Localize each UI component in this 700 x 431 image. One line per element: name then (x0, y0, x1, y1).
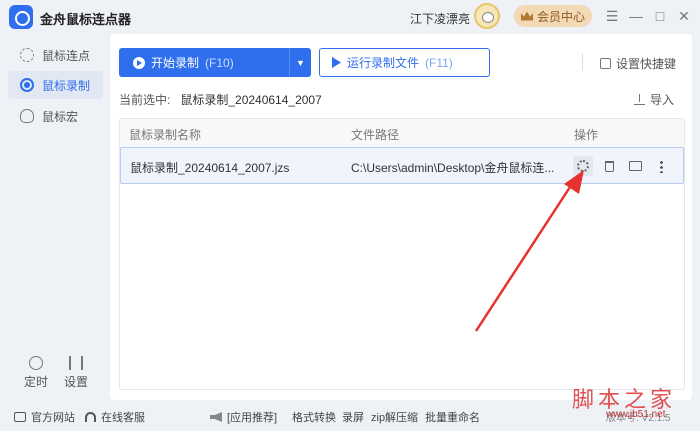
sidebar: 鼠标连点 鼠标录制 鼠标宏 (0, 34, 110, 400)
title-bar: 金舟鼠标连点器 江下凌漂亮 会员中心 ☰ — □ ✕ (0, 0, 700, 34)
set-hotkey-label: 设置快捷键 (616, 57, 677, 71)
main-panel: 开始录制 (F10) ▼ 运行录制文件 (F11) 设置快捷键 当前选中: 鼠标录… (110, 34, 692, 400)
online-support-link[interactable]: 在线客服 (85, 409, 145, 425)
mouse-icon (20, 109, 34, 123)
play-circle-icon (133, 56, 145, 69)
record-icon (20, 78, 34, 92)
column-header-path: 文件路径 (351, 128, 400, 142)
current-selection: 当前选中: 鼠标录制_20240614_2007 (119, 91, 322, 108)
column-header-name: 鼠标录制名称 (129, 128, 202, 142)
sidebar-item-label: 鼠标宏 (42, 109, 79, 124)
record-name-cell: 鼠标录制_20240614_2007.jzs (130, 161, 290, 175)
sidebar-item-label: 鼠标连点 (42, 48, 91, 63)
play-icon (332, 57, 341, 68)
app-logo-icon (9, 5, 33, 29)
speaker-icon (210, 412, 222, 422)
timer-label: 定时 (23, 375, 48, 389)
record-path-cell: C:\Users\admin\Desktop\金舟鼠标连... (351, 161, 555, 175)
sidebar-item-mouse-record[interactable]: 鼠标录制 (8, 71, 103, 99)
menu-icon[interactable]: ☰ (604, 8, 620, 24)
run-record-label: 运行录制文件 (347, 56, 420, 70)
promo-link-batch-rename[interactable]: 批量重命名 (425, 409, 480, 425)
import-button[interactable]: 导入 (634, 91, 674, 108)
toolbar-divider (582, 53, 583, 71)
official-website-link[interactable]: 官方网站 (14, 409, 75, 425)
maximize-button[interactable]: □ (652, 8, 668, 24)
settings-button[interactable]: 设置 (60, 356, 92, 390)
chevron-down-icon[interactable]: ▼ (289, 48, 311, 77)
user-name[interactable]: 江下凌漂亮 (410, 10, 470, 27)
app-title: 金舟鼠标连点器 (40, 12, 132, 27)
timer-button[interactable]: 定时 (20, 356, 52, 390)
timer-icon (29, 356, 43, 370)
close-button[interactable]: ✕ (676, 8, 692, 24)
vip-label: 会员中心 (536, 9, 585, 24)
table-header: 鼠标录制名称 文件路径 操作 (120, 119, 684, 147)
vip-center-button[interactable]: 会员中心 (514, 5, 592, 27)
import-label: 导入 (650, 93, 675, 107)
settings-icon (69, 356, 83, 370)
run-record-hotkey: (F11) (425, 55, 453, 70)
promo-link-screen-record[interactable]: 录屏 (342, 409, 364, 425)
sidebar-item-mouse-click[interactable]: 鼠标连点 (8, 41, 103, 69)
app-recommend: [应用推荐] (210, 409, 277, 425)
promo-tag: [应用推荐] (227, 412, 278, 424)
hotkey-icon (600, 58, 611, 69)
online-support-label: 在线客服 (101, 412, 145, 424)
avatar[interactable] (474, 3, 500, 29)
trash-icon[interactable] (599, 156, 619, 176)
record-table: 鼠标录制名称 文件路径 操作 鼠标录制_20240614_2007.jzs C:… (119, 118, 685, 390)
start-record-hotkey: (F10) (205, 55, 234, 70)
run-record-file-button[interactable]: 运行录制文件 (F11) (319, 48, 490, 77)
set-hotkey-button[interactable]: 设置快捷键 (600, 55, 676, 72)
start-record-button[interactable]: 开始录制 (F10) ▼ (119, 48, 311, 77)
promo-link-zip[interactable]: zip解压缩 (371, 409, 418, 425)
official-website-label: 官方网站 (31, 412, 75, 424)
watermark-url: www.jb51.net (606, 409, 666, 420)
start-record-label: 开始录制 (151, 56, 200, 70)
settings-gear-icon[interactable] (573, 156, 593, 176)
click-icon (20, 48, 34, 62)
folder-icon[interactable] (625, 156, 645, 176)
settings-label: 设置 (63, 375, 88, 389)
current-selection-label: 当前选中: (119, 93, 171, 107)
monitor-icon (14, 412, 26, 422)
current-selection-value: 鼠标录制_20240614_2007 (180, 93, 322, 107)
promo-link-format-convert[interactable]: 格式转换 (292, 409, 336, 425)
column-header-actions: 操作 (574, 128, 599, 142)
table-row[interactable]: 鼠标录制_20240614_2007.jzs C:\Users\admin\De… (120, 147, 684, 184)
import-icon (634, 94, 645, 105)
headset-icon (85, 412, 96, 422)
sidebar-item-mouse-macro[interactable]: 鼠标宏 (8, 102, 103, 130)
crown-icon (520, 11, 533, 21)
more-options-icon[interactable] (651, 156, 671, 176)
sidebar-item-label: 鼠标录制 (42, 78, 91, 93)
minimize-button[interactable]: — (628, 8, 644, 24)
